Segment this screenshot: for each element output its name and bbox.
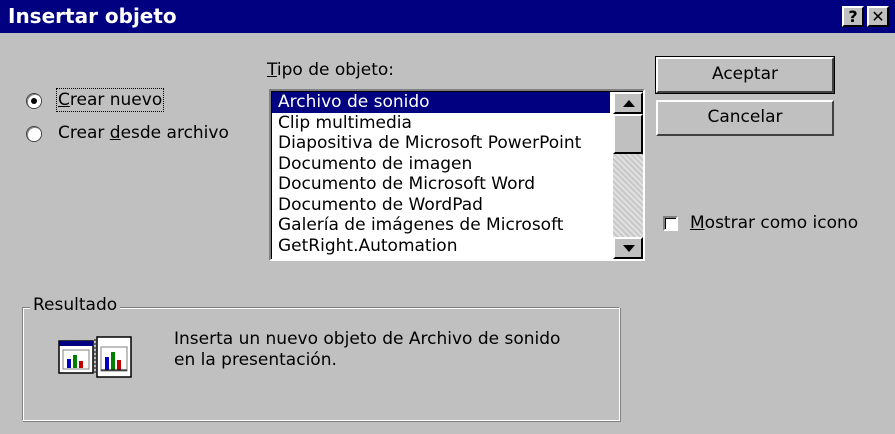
scroll-thumb[interactable] (613, 114, 643, 154)
object-type-items: Archivo de sonido Clip multimedia Diapos… (272, 92, 610, 256)
list-item[interactable]: Galería de imágenes de Microsoft (272, 215, 610, 236)
embed-object-icon (55, 333, 141, 385)
create-from-file-radio[interactable] (27, 127, 41, 141)
list-item[interactable]: Documento de imagen (272, 154, 610, 175)
result-legend: Resultado (30, 295, 121, 315)
ok-button[interactable]: Aceptar (655, 56, 835, 94)
arrow-down-icon (623, 245, 635, 252)
list-scrollbar[interactable] (613, 92, 643, 259)
create-from-file-label[interactable]: Crear desde archivo (58, 123, 229, 143)
dialog-title: Insertar objeto (8, 4, 177, 28)
object-type-listbox[interactable]: Archivo de sonido Clip multimedia Diapos… (269, 89, 645, 261)
cancel-button[interactable]: Cancelar (656, 100, 834, 136)
list-item[interactable]: Clip multimedia (272, 113, 610, 134)
list-item[interactable]: Archivo de sonido (272, 92, 610, 113)
list-item[interactable]: Documento de WordPad (272, 195, 610, 216)
display-as-icon-label[interactable]: Mostrar como icono (690, 213, 858, 233)
display-as-icon-checkbox[interactable] (663, 216, 678, 231)
insert-object-dialog: Insertar objeto ? ✕ Crear nuevo Crear de… (0, 0, 895, 434)
title-bar[interactable]: Insertar objeto ? ✕ (0, 0, 895, 33)
result-description-line1: Inserta un nuevo objeto de Archivo de so… (174, 329, 561, 349)
scroll-down-button[interactable] (613, 237, 643, 259)
list-item[interactable]: Documento de Microsoft Word (272, 174, 610, 195)
list-item[interactable]: Diapositiva de Microsoft PowerPoint (272, 133, 610, 154)
create-new-radio[interactable] (27, 94, 41, 108)
scroll-up-button[interactable] (613, 92, 643, 114)
object-type-label: Tipo de objeto: (267, 60, 395, 80)
close-button[interactable]: ✕ (867, 6, 889, 27)
result-description-line2: en la presentación. (174, 350, 337, 370)
arrow-up-icon (623, 100, 635, 107)
help-button[interactable]: ? (842, 6, 864, 27)
create-new-label[interactable]: Crear nuevo (55, 88, 165, 112)
list-item[interactable]: GetRight.Automation (272, 236, 610, 257)
